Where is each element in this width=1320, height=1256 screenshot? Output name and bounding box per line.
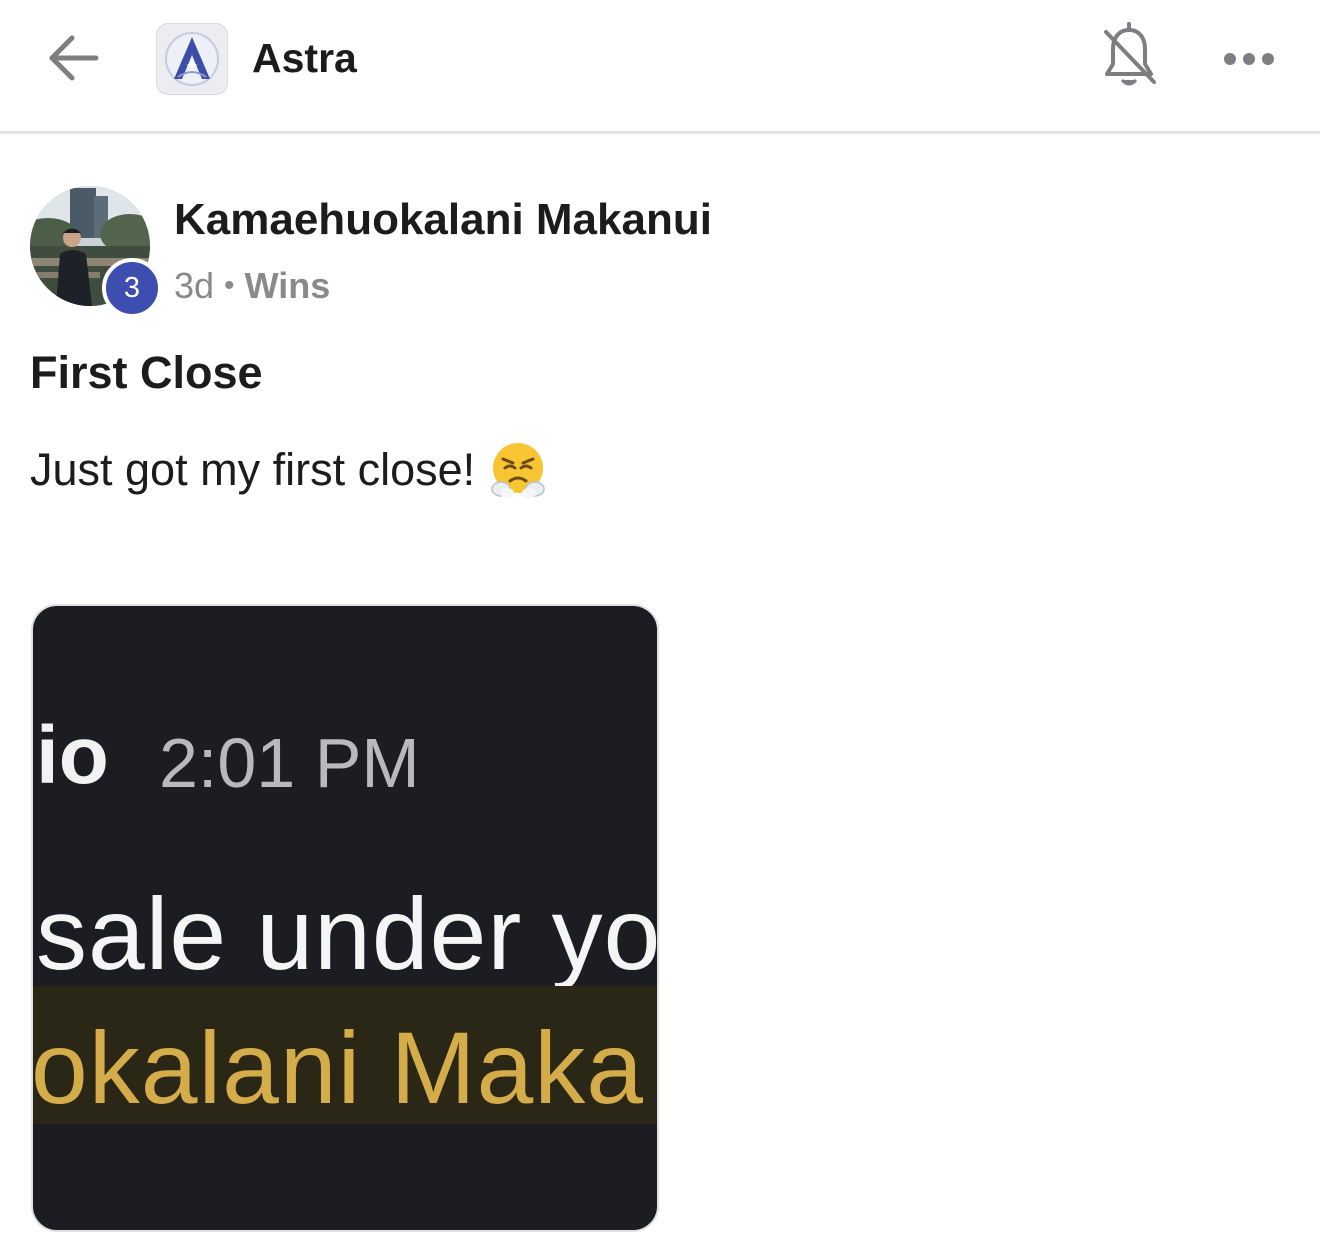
attachment-text-line: sale under yo	[36, 877, 659, 991]
attachment-time: 2:01 PM	[159, 724, 420, 802]
face-with-steam-from-nose-icon	[491, 443, 545, 498]
attachment-name-fragment: io	[36, 710, 109, 801]
app-logo[interactable]	[156, 23, 228, 95]
post-title: First Close	[30, 347, 263, 398]
attachment-highlighted-text: okalani Maka	[31, 1011, 644, 1125]
more-options-button[interactable]	[1216, 34, 1282, 84]
app-title: Astra	[252, 35, 357, 81]
bell-off-icon	[1104, 22, 1156, 86]
meta-separator: •	[224, 269, 235, 302]
more-horizontal-icon	[1224, 53, 1274, 65]
notifications-toggle[interactable]	[1096, 22, 1162, 94]
author-avatar[interactable]: 3	[30, 186, 166, 322]
post-body: Just got my first close!	[30, 440, 547, 500]
level-badge: 3	[102, 258, 162, 318]
post-body-text: Just got my first close!	[30, 444, 476, 495]
post-age: 3d	[174, 265, 215, 306]
author-name[interactable]: Kamaehuokalani Makanui	[174, 194, 712, 246]
top-bar: Astra	[0, 0, 1320, 134]
post-image-attachment[interactable]: io 2:01 PM sale under yo okalani Maka	[31, 604, 659, 1232]
back-button[interactable]	[40, 24, 108, 92]
post-meta: 3d • Wins	[174, 264, 330, 311]
astra-logo-icon	[165, 32, 219, 86]
post-category[interactable]: Wins	[245, 265, 331, 306]
arrow-left-icon	[49, 35, 99, 81]
